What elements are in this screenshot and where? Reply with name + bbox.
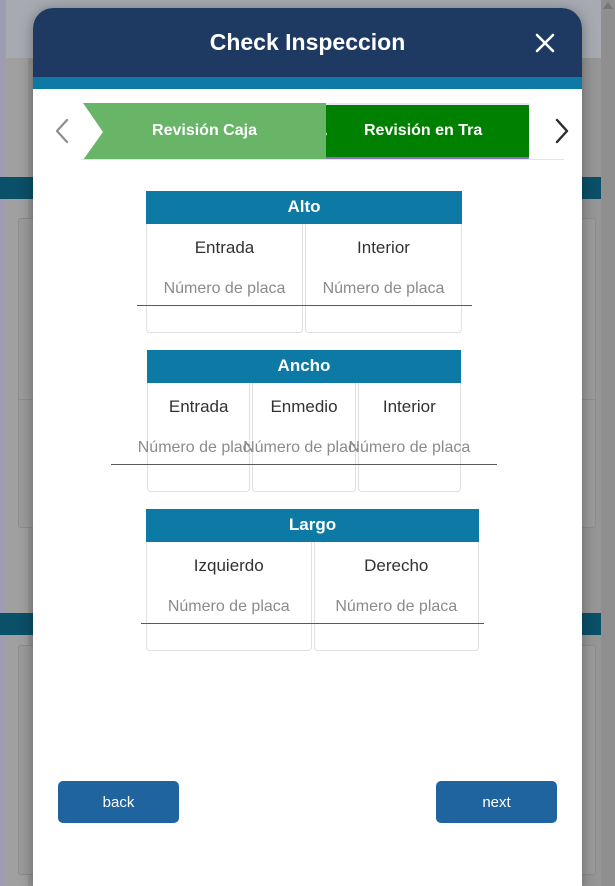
modal-header: Check Inspeccion [33, 8, 582, 77]
inspection-stepper: Revisión Caja Revisión en Tra [33, 89, 582, 173]
modal-accent-bar [33, 77, 582, 89]
input-alto-entrada[interactable] [136, 280, 313, 306]
stepper-underline [81, 159, 564, 160]
chevron-right-icon [555, 118, 569, 144]
step-notch [83, 102, 103, 160]
step-label: Revisión Caja [152, 122, 257, 139]
field-wrapper [295, 280, 472, 314]
cell-label: Interior [382, 397, 436, 416]
input-ancho-interior[interactable] [321, 439, 498, 465]
step-revision-en-transito[interactable]: Revisión en Tra [326, 102, 529, 160]
step-label: Revisión en Tra [364, 121, 483, 139]
measurements-area: Alto Entrada Interior Ancho [33, 173, 582, 651]
section-ancho: Ancho Entrada Enmedio Interior [33, 350, 582, 492]
section-cells: Entrada Enmedio Interior [110, 383, 498, 492]
cell-label: Interior [357, 238, 410, 257]
back-button[interactable]: back [58, 781, 179, 823]
scroll-up-arrow-icon[interactable] [603, 2, 613, 9]
stepper-prev-button[interactable] [41, 117, 83, 145]
step-revision-caja[interactable]: Revisión Caja [83, 102, 326, 160]
close-icon[interactable] [530, 28, 560, 58]
modal-footer: back next [33, 778, 582, 886]
next-button[interactable]: next [436, 781, 557, 823]
modal-title: Check Inspeccion [209, 29, 406, 55]
chevron-left-icon [55, 118, 69, 144]
stepper-track: Revisión Caja Revisión en Tra [83, 102, 540, 160]
section-largo: Largo Izquierdo Derecho [33, 509, 582, 651]
input-largo-derecho[interactable] [308, 598, 485, 624]
measurement-cell: Izquierdo [140, 542, 317, 651]
cell-label: Entrada [194, 238, 255, 257]
field-wrapper [136, 280, 313, 314]
cell-label: Derecho [364, 556, 429, 575]
measurement-cell: Entrada [110, 383, 287, 492]
section-cells: Izquierdo Derecho [140, 542, 485, 651]
section-cells: Entrada Interior [136, 224, 472, 333]
measurement-cell: Interior [321, 383, 498, 492]
page-scrollbar[interactable] [601, 0, 615, 886]
measurement-cell: Interior [295, 224, 472, 333]
field-wrapper [308, 598, 485, 632]
section-title: Largo [146, 509, 479, 542]
cell-label: Enmedio [270, 397, 338, 416]
input-alto-interior[interactable] [295, 280, 472, 306]
measurement-cell: Derecho [308, 542, 485, 651]
field-wrapper [140, 598, 317, 632]
field-wrapper [321, 439, 498, 473]
section-title: Alto [146, 191, 462, 224]
cell-label: Izquierdo [193, 556, 264, 575]
section-alto: Alto Entrada Interior [33, 191, 582, 333]
backdrop-left-strip [0, 0, 6, 886]
measurement-cell: Enmedio [215, 383, 392, 492]
cell-label: Entrada [168, 397, 229, 416]
input-largo-izquierdo[interactable] [140, 598, 317, 624]
section-title: Ancho [147, 350, 461, 383]
stepper-next-button[interactable] [540, 117, 582, 145]
check-inspeccion-modal: Check Inspeccion Revisión Caja Revisión … [33, 8, 582, 886]
measurement-cell: Entrada [136, 224, 313, 333]
